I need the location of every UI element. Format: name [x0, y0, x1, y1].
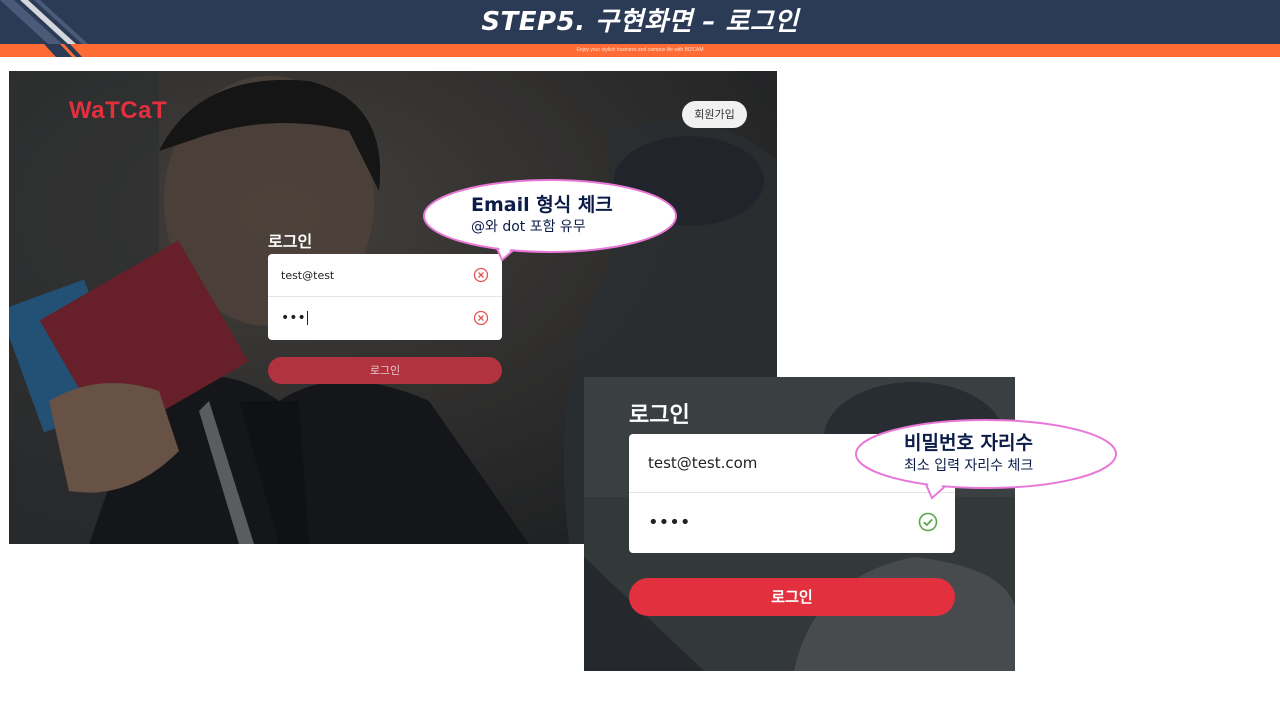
callout-subtitle: 최소 입력 자리수 체크 [904, 458, 1034, 474]
slide-header: STEP5. 구현화면 – 로그인 [0, 0, 1280, 44]
callout-title: 비밀번호 자리수 [904, 432, 1033, 454]
password-value: •••• [648, 512, 691, 533]
signup-button[interactable]: 회원가입 [682, 101, 747, 128]
check-circle-icon [918, 512, 938, 532]
password-field[interactable]: ••• [268, 297, 502, 340]
login-heading: 로그인 [268, 232, 313, 251]
header-tagline: Enjoy your stylish business and campus l… [576, 47, 704, 53]
error-circle-icon [473, 310, 489, 326]
slide-title: STEP5. 구현화면 – 로그인 [481, 7, 799, 37]
error-circle-icon [473, 267, 489, 283]
login-form: test@test ••• [268, 254, 502, 340]
callout-title: Email 형식 체크 [471, 194, 613, 216]
email-value: test@test.com [648, 454, 758, 472]
email-format-callout: Email 형식 체크 @와 dot 포함 유무 [422, 176, 682, 266]
login-heading: 로그인 [629, 403, 690, 428]
password-field[interactable]: •••• [629, 493, 955, 553]
login-button[interactable]: 로그인 [629, 578, 955, 616]
callout-subtitle: @와 dot 포함 유무 [471, 219, 586, 235]
password-value: ••• [281, 310, 308, 326]
login-button[interactable]: 로그인 [268, 357, 502, 384]
password-length-callout: 비밀번호 자리수 최소 입력 자리수 체크 [854, 418, 1120, 502]
email-value: test@test [281, 269, 335, 282]
watcat-logo[interactable]: WaTCaT [69, 97, 167, 125]
